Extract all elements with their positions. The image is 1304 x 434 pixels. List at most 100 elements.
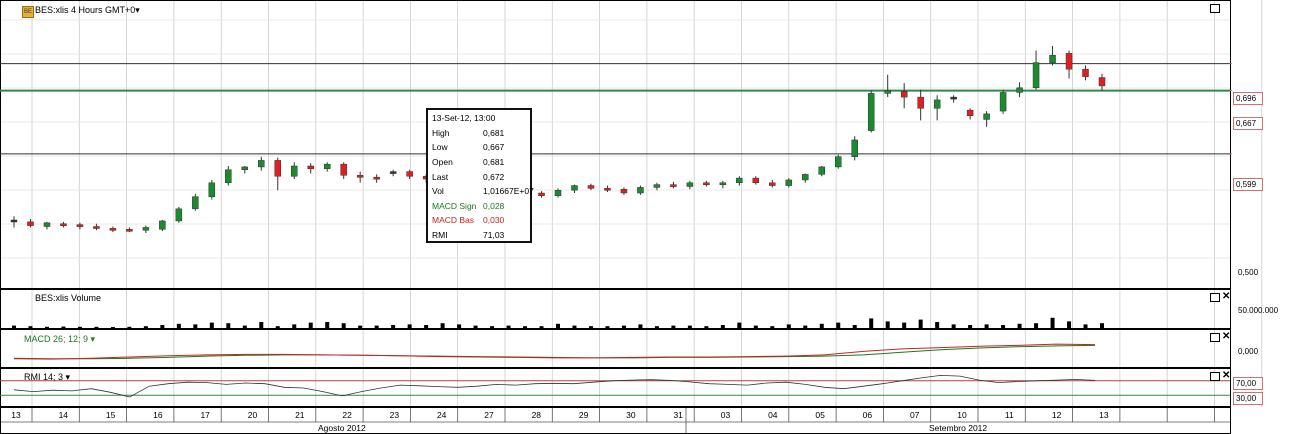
volume-maximize-button[interactable] xyxy=(1210,293,1220,302)
x-axis-day-label: 30 xyxy=(626,410,636,420)
pane-frame xyxy=(0,368,1231,407)
volume-bar xyxy=(407,324,412,328)
volume-bar xyxy=(671,325,676,328)
tooltip-last-label: Last xyxy=(432,172,449,182)
macd-pane-title[interactable]: MACD 26; 12; 9 ▾ xyxy=(24,334,95,345)
macd-close-icon[interactable]: ✕ xyxy=(1222,332,1230,342)
volume-bar xyxy=(209,322,214,328)
volume-bar xyxy=(143,326,148,328)
tooltip-rmi-label: RMI xyxy=(432,230,448,240)
candle-body xyxy=(818,166,826,175)
chart-canvas xyxy=(0,0,1263,434)
x-axis-day-label: 31 xyxy=(673,410,683,420)
volume-bar xyxy=(935,322,940,328)
candle-body xyxy=(10,219,18,223)
candle-body xyxy=(373,176,380,180)
volume-bar xyxy=(1100,323,1104,328)
volume-close-icon[interactable]: ✕ xyxy=(1222,292,1230,302)
x-axis-day-label: 03 xyxy=(720,410,731,420)
x-axis-day-label: 23 xyxy=(389,410,400,420)
x-axis-day-label: 15 xyxy=(105,410,116,420)
tooltip-last-value: 0,672 xyxy=(483,172,505,182)
candle-body xyxy=(192,196,199,210)
macd-series xyxy=(13,343,1096,360)
candle-body xyxy=(1098,77,1106,87)
volume-bar xyxy=(424,325,429,328)
month-label-agosto: Agosto 2012 xyxy=(318,423,366,433)
instrument-logo: BE xyxy=(22,6,34,18)
x-axis-day-label: 05 xyxy=(815,410,825,420)
candle-body xyxy=(752,177,760,184)
volume-bar xyxy=(440,323,445,328)
x-axis-day-label: 10 xyxy=(957,410,967,420)
rmi-close-icon[interactable]: ✕ xyxy=(1222,371,1230,381)
volume-bar xyxy=(572,325,577,328)
volume-bar xyxy=(539,326,544,328)
candle-body xyxy=(323,163,331,170)
volume-pane-title: BES:xlis Volume xyxy=(35,293,102,303)
volume-bar xyxy=(94,326,99,328)
macd-axis-label: 0,000 xyxy=(1238,347,1259,356)
volume-bar xyxy=(885,321,890,328)
candle-body xyxy=(1082,68,1089,77)
volume-bar xyxy=(819,323,824,328)
volume-bar xyxy=(176,323,181,328)
candle-body xyxy=(208,182,216,197)
volume-bar xyxy=(852,325,857,328)
volume-bar xyxy=(506,325,511,328)
candle-body xyxy=(851,139,858,157)
main-pane-title[interactable]: BES:xlis 4 Hours GMT+0▾ xyxy=(35,5,140,16)
tooltip-macd-bas-value: 0,030 xyxy=(483,215,505,225)
maximize-button[interactable] xyxy=(1210,4,1220,13)
candle-body xyxy=(290,165,298,177)
rmi-pane-title-text: RMI 14; 3 xyxy=(24,372,64,382)
candle-body xyxy=(258,160,265,168)
tooltip-macd-sign-label: MACD Sign xyxy=(432,201,477,211)
chevron-down-icon[interactable]: ▾ xyxy=(91,334,96,344)
volume-bar xyxy=(1017,323,1022,328)
volume-bar xyxy=(490,326,495,328)
x-axis-day-label: 27 xyxy=(484,410,494,420)
candle-body xyxy=(884,90,891,94)
x-axis-day-label xyxy=(1183,410,1215,422)
volume-bar xyxy=(61,326,66,328)
candle-body xyxy=(1049,54,1056,63)
volume-bar xyxy=(556,323,560,328)
volume-bar xyxy=(292,324,297,328)
volume-bar xyxy=(523,326,528,328)
volume-bar xyxy=(1083,324,1088,328)
candle-body xyxy=(340,163,347,176)
x-axis-day-label xyxy=(1135,410,1167,422)
candle-body xyxy=(769,182,776,186)
x-axis-day-label: 06 xyxy=(862,410,873,420)
volume-bar xyxy=(193,324,198,328)
candle-body xyxy=(1032,62,1040,89)
rmi-maximize-button[interactable] xyxy=(1210,372,1220,381)
volume-bar xyxy=(704,326,709,328)
chevron-down-icon[interactable]: ▾ xyxy=(135,5,140,15)
volume-bar xyxy=(77,326,82,328)
candle-body xyxy=(950,96,957,100)
volume-bar xyxy=(1034,323,1039,328)
tooltip-high-label: High xyxy=(432,128,450,138)
candle-body xyxy=(983,113,990,120)
volume-bar xyxy=(374,325,379,328)
volume-series xyxy=(12,317,1104,328)
tooltip-vol-label: Vol xyxy=(432,186,444,196)
chevron-down-icon[interactable]: ▾ xyxy=(66,372,71,382)
volume-bar xyxy=(110,327,115,328)
macd-maximize-button[interactable] xyxy=(1210,333,1220,342)
volume-bar xyxy=(457,324,462,328)
tooltip-macd-bas-label: MACD Bas xyxy=(432,215,475,225)
candle-body xyxy=(736,177,743,184)
candle-body xyxy=(356,175,364,178)
candle-body xyxy=(719,182,727,186)
volume-bar xyxy=(1067,321,1072,328)
rmi-line xyxy=(13,374,1096,398)
volume-bar xyxy=(786,324,791,328)
candle-body xyxy=(653,184,661,188)
volume-bar xyxy=(12,325,16,328)
rmi-pane-title[interactable]: RMI 14; 3 ▾ xyxy=(24,372,70,383)
x-axis-day-label: 14 xyxy=(58,410,69,420)
x-axis-day-label: 20 xyxy=(247,410,258,420)
